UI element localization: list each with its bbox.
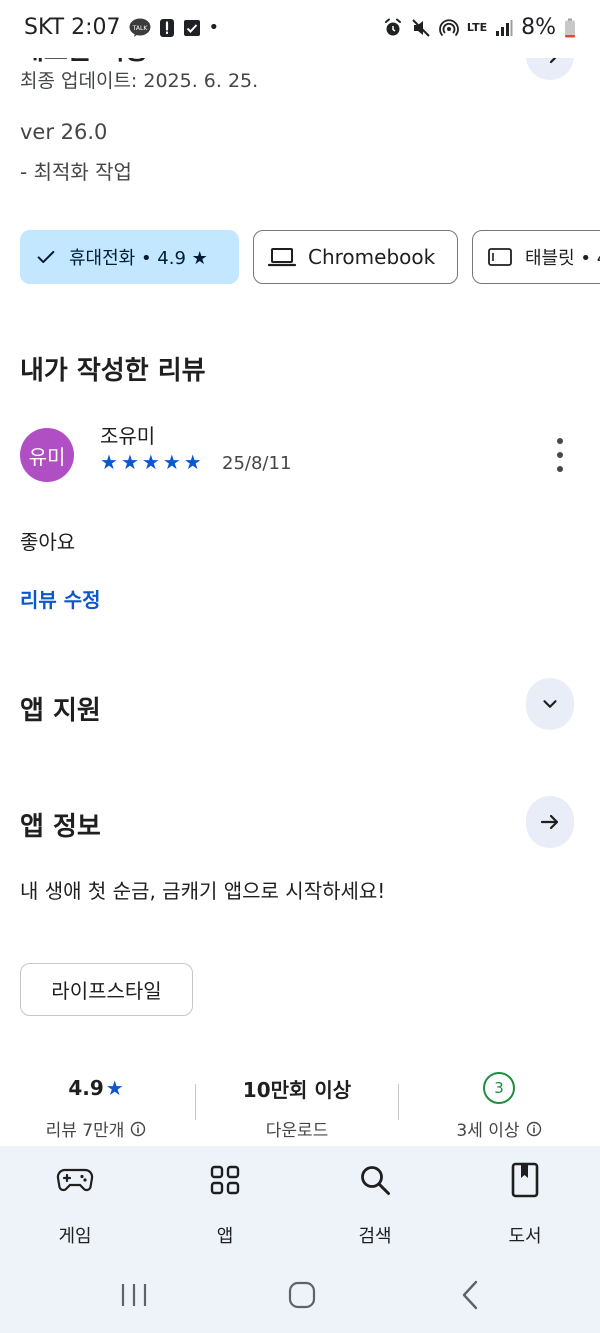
check-icon — [37, 250, 55, 264]
review-date: 25/8/11 — [222, 453, 292, 474]
rating-count: 리뷰 7만개 — [45, 1121, 125, 1141]
star-icon: ★ — [105, 1076, 124, 1100]
arrow-right-icon — [540, 814, 559, 830]
review-author: 조유미 — [100, 424, 156, 448]
talk-badge-text: TALK — [131, 25, 148, 32]
gamepad-icon — [56, 1168, 94, 1192]
alert-icon — [159, 18, 175, 38]
chip-tablet-label: 태블릿 • 4 — [525, 248, 600, 269]
back-button[interactable] — [440, 1270, 500, 1320]
star-icon: ★ — [183, 450, 202, 474]
signal-icon — [495, 19, 513, 37]
app-support-expand-button[interactable] — [526, 678, 574, 730]
star-icon: ★ — [162, 450, 181, 474]
network-type: LTE — [466, 21, 488, 34]
rating-stat: 4.9 ★ 리뷰 7만개 — [16, 1072, 176, 1141]
version-text: ver 26.0 — [20, 120, 108, 144]
system-navigation-bar — [0, 1270, 600, 1320]
alarm-icon — [383, 18, 403, 38]
age-rating-label: 3세 이상 — [456, 1121, 520, 1141]
home-icon — [288, 1281, 316, 1309]
chip-tablet[interactable]: 태블릿 • 4 — [472, 230, 600, 284]
more-vert-dot — [557, 466, 563, 472]
review-text: 좋아요 — [20, 530, 76, 554]
chip-phone-label: 휴대전화 • 4.9 ★ — [69, 248, 208, 269]
laptop-icon — [268, 248, 296, 267]
device-filter-chips: 휴대전화 • 4.9 ★ Chromebook 태블릿 • 4 — [20, 230, 600, 284]
edit-review-link[interactable]: 리뷰 수정 — [20, 584, 101, 613]
app-info-arrow-button[interactable] — [526, 796, 574, 848]
star-icon: ★ — [100, 450, 118, 474]
nav-label-apps: 앱 — [216, 1226, 234, 1247]
nav-item-books[interactable]: 도서 — [470, 1160, 580, 1248]
hotspot-icon — [438, 18, 459, 38]
star-icon: ★ — [141, 450, 160, 474]
apps-grid-icon — [210, 1165, 240, 1195]
book-icon — [511, 1162, 539, 1198]
stat-divider — [398, 1084, 399, 1120]
nav-label-games: 게임 — [58, 1226, 92, 1247]
downloads-stat: 10만회 이상 다운로드 — [217, 1072, 377, 1142]
kakaotalk-icon: TALK — [129, 18, 151, 38]
nav-item-apps[interactable]: 앱 — [170, 1160, 280, 1248]
chevron-down-icon — [543, 700, 557, 708]
last-updated-text: 최종 업데이트: 2025. 6. 25. — [20, 70, 259, 92]
back-icon — [462, 1280, 478, 1310]
downloads-label: 다운로드 — [265, 1121, 329, 1141]
info-icon[interactable] — [130, 1121, 146, 1137]
review-more-options-button[interactable] — [548, 438, 572, 472]
age-rating-stat: 3 3세 이상 — [419, 1072, 579, 1141]
rating-value: 4.9 — [68, 1076, 104, 1100]
age-rating-badge: 3 — [483, 1072, 515, 1104]
app-support-title: 앱 지원 — [20, 696, 101, 726]
app-info-title: 앱 정보 — [20, 812, 101, 842]
stat-divider — [195, 1084, 196, 1120]
avatar: 유미 — [20, 428, 74, 482]
downloads-value: 10만회 이상 — [242, 1077, 352, 1102]
search-icon — [361, 1166, 390, 1195]
mute-icon — [411, 18, 431, 38]
nav-item-games[interactable]: 게임 — [20, 1160, 130, 1248]
nav-label-books: 도서 — [508, 1226, 542, 1247]
bottom-navigation: 게임 앱 검색 도서 — [0, 1146, 600, 1333]
status-bar: SKT 2:07 TALK • LTE 8% — [0, 0, 600, 58]
app-description: 내 생애 첫 순금, 금캐기 앱으로 시작하세요! — [20, 879, 386, 903]
more-vert-icon — [557, 438, 563, 444]
battery-icon — [564, 18, 576, 38]
check-icon — [183, 19, 201, 37]
review-star-rating: ★ ★ ★ ★ ★ — [100, 450, 202, 474]
version-note: - 최적화 작업 — [20, 160, 132, 184]
chip-phone[interactable]: 휴대전화 • 4.9 ★ — [20, 230, 239, 284]
battery-percent: 8% — [521, 15, 556, 40]
info-icon[interactable] — [526, 1121, 542, 1137]
tablet-icon — [488, 248, 512, 266]
recent-apps-button[interactable] — [104, 1270, 164, 1320]
nav-item-search[interactable]: 검색 — [320, 1160, 430, 1248]
recents-icon — [121, 1284, 147, 1306]
nav-label-search: 검색 — [358, 1226, 392, 1247]
home-button[interactable] — [272, 1270, 332, 1320]
more-vert-dot — [557, 452, 563, 458]
notification-dot: • — [208, 17, 220, 38]
my-review-title: 내가 작성한 리뷰 — [20, 356, 206, 386]
carrier-time: SKT 2:07 — [24, 15, 121, 40]
category-chip[interactable]: 라이프스타일 — [20, 963, 193, 1016]
star-icon: ★ — [120, 450, 139, 474]
chip-chromebook-label: Chromebook — [308, 245, 436, 269]
chip-chromebook[interactable]: Chromebook — [253, 230, 458, 284]
